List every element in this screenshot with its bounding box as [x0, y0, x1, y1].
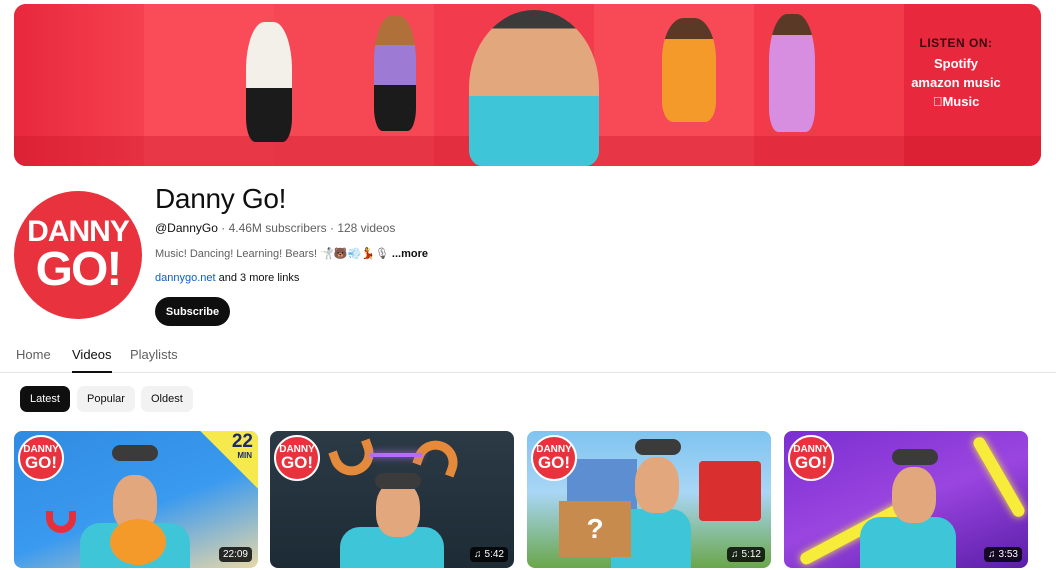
channel-avatar[interactable]: DANNY GO!: [14, 191, 142, 319]
apple-music-label: Music: [911, 94, 1001, 109]
channel-links: dannygo.net and 3 more links: [155, 272, 299, 284]
music-note-icon: ♫: [474, 549, 482, 560]
banner-dancer-purple: [769, 14, 815, 132]
video-duration: ♫ 3:53: [984, 547, 1022, 562]
banner-host-danny: [469, 10, 599, 166]
music-note-icon: ♫: [731, 549, 739, 560]
channel-website-link[interactable]: dannygo.net: [155, 272, 216, 284]
description-text: Music! Dancing! Learning! Bears! 🤺🐻💨💃🎙: [155, 248, 389, 260]
danny-go-logo: DANNY GO!: [531, 435, 577, 481]
danny-go-logo: DANNY GO!: [18, 435, 64, 481]
music-note-icon: ♫: [988, 549, 996, 560]
video-thumbnail[interactable]: 22 MIN DANNY GO! 22:09: [14, 431, 258, 568]
subscriber-count: 4.46M subscribers: [228, 221, 327, 235]
channel-handle: @DannyGo: [155, 221, 218, 235]
banner-dancer-bear: [374, 16, 416, 131]
thumb-host-face: [892, 467, 936, 523]
banner-dancer-labcoat: [246, 22, 292, 142]
video-duration: ♫ 5:42: [470, 547, 508, 562]
tab-videos[interactable]: Videos: [72, 347, 112, 373]
amazon-music-label: amazon music: [911, 75, 1001, 90]
video-thumbnail[interactable]: ? DANNY GO! ♫ 5:12: [527, 431, 771, 568]
video-duration: 22:09: [218, 547, 252, 562]
more-button[interactable]: ...more: [392, 248, 428, 260]
tab-playlists[interactable]: Playlists: [130, 347, 178, 373]
magnet-graphic: [328, 438, 380, 482]
more-links-button[interactable]: and 3 more links: [219, 272, 300, 284]
listen-on-panel: LISTEN ON: Spotify amazon music Music: [911, 36, 1001, 113]
video-thumbnail[interactable]: DANNY GO! ♫ 5:42: [270, 431, 514, 568]
thumb-host-face: [376, 481, 420, 537]
thumb-goggles: [635, 439, 681, 455]
lightning-graphic: [370, 453, 422, 457]
chip-latest[interactable]: Latest: [20, 386, 70, 412]
apple-icon: : [933, 94, 943, 109]
video-thumbnail[interactable]: DANNY GO! ♫ 3:53: [784, 431, 1028, 568]
subscribe-button[interactable]: Subscribe: [155, 297, 230, 326]
tab-home[interactable]: Home: [16, 347, 51, 373]
video-count: 128 videos: [337, 221, 396, 235]
danny-go-logo: DANNY GO!: [788, 435, 834, 481]
truck-graphic: [699, 461, 761, 521]
danny-go-logo: DANNY GO!: [274, 435, 320, 481]
spotify-label: Spotify: [933, 56, 979, 71]
listen-on-title: LISTEN ON:: [919, 36, 993, 50]
avatar-text-line2: GO!: [35, 243, 123, 296]
thumb-host-face: [635, 457, 679, 513]
badge-unit: MIN: [237, 451, 252, 460]
lightsaber-graphic: [971, 435, 1027, 519]
thumb-goggles: [892, 449, 938, 465]
chip-oldest[interactable]: Oldest: [141, 386, 193, 412]
magnet-graphic: [46, 511, 76, 533]
video-duration: ♫ 5:12: [727, 547, 765, 562]
badge-number: 22: [231, 431, 253, 452]
banner-dancer-orange: [662, 18, 716, 122]
mystery-box-graphic: ?: [559, 501, 631, 557]
thumb-goggles: [112, 445, 158, 461]
chip-popular[interactable]: Popular: [77, 386, 135, 412]
thumb-host-shirt: [860, 517, 956, 568]
thumb-goggles: [375, 473, 421, 489]
pumpkin-graphic: [110, 519, 166, 565]
channel-meta: @DannyGo · 4.46M subscribers · 128 video…: [155, 221, 396, 235]
channel-banner: LISTEN ON: Spotify amazon music Music: [14, 4, 1041, 166]
channel-tabs: Home Videos Playlists: [0, 336, 1056, 373]
channel-description[interactable]: Music! Dancing! Learning! Bears! 🤺🐻💨💃🎙 .…: [155, 247, 428, 260]
duration-badge-22min: 22 MIN: [200, 431, 258, 489]
channel-name: Danny Go!: [155, 183, 287, 214]
